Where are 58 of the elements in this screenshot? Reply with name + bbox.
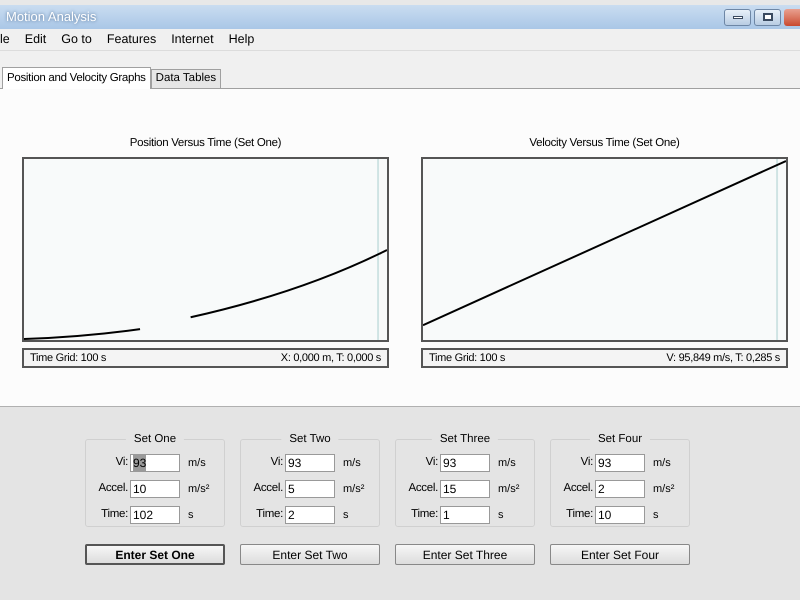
- unit-label: m/s²: [652, 482, 674, 497]
- input-field[interactable]: 15: [440, 480, 490, 498]
- field-label: Accel.: [97, 481, 129, 496]
- field-label: Vi:: [424, 455, 439, 470]
- field-label: Vi:: [270, 455, 284, 470]
- window-title: Motion Analysis: [6, 8, 96, 26]
- unit-label: s: [652, 508, 658, 523]
- input-field[interactable]: 5: [285, 480, 335, 498]
- enter-button[interactable]: Enter Set Two: [240, 544, 380, 565]
- input-field[interactable]: 2: [285, 506, 335, 524]
- field-label: Time:: [255, 507, 284, 522]
- input-field[interactable]: 93: [285, 454, 335, 472]
- grid-label: Time Grid: 100 s: [30, 350, 106, 366]
- menu-item[interactable]: Features: [106, 30, 156, 49]
- unit-label: m/s²: [497, 482, 520, 497]
- input-field[interactable]: 1: [440, 506, 490, 524]
- menu-item[interactable]: le: [0, 30, 10, 49]
- input-field[interactable]: 93: [595, 454, 645, 472]
- menu-item[interactable]: Edit: [24, 30, 46, 49]
- enter-button[interactable]: Enter Set One: [85, 544, 225, 565]
- input-field[interactable]: 93: [130, 454, 180, 472]
- cursor-reading: V: 95,849 m/s, T: 0,285 s: [666, 350, 780, 366]
- graph-title: Velocity Versus Time (Set One): [529, 136, 680, 151]
- grid-label: Time Grid: 100 s: [429, 350, 506, 366]
- field-label: Vi:: [580, 455, 594, 470]
- unit-label: s: [497, 508, 504, 523]
- field-label: Accel.: [252, 481, 284, 496]
- input-field[interactable]: 10: [595, 506, 645, 524]
- unit-label: m/s: [342, 456, 361, 471]
- cursor-reading: X: 0,000 m, T: 0,000 s: [280, 350, 381, 366]
- unit-label: m/s: [497, 456, 516, 471]
- enter-button[interactable]: Enter Set Three: [395, 544, 535, 565]
- minimize-button[interactable]: [724, 8, 751, 26]
- tab[interactable]: Data Tables: [150, 69, 222, 88]
- field-label: Vi:: [114, 455, 129, 470]
- input-field[interactable]: 102: [130, 506, 180, 524]
- menu-item[interactable]: Help: [228, 30, 254, 49]
- field-label: Accel.: [562, 481, 594, 496]
- enter-button[interactable]: Enter Set Four: [550, 544, 690, 565]
- unit-label: s: [187, 508, 194, 523]
- tab[interactable]: Position and Velocity Graphs: [2, 67, 151, 89]
- field-label: Time:: [100, 507, 129, 522]
- maximize-button[interactable]: [754, 8, 781, 26]
- unit-label: m/s²: [187, 482, 210, 497]
- unit-label: m/s: [652, 456, 671, 471]
- menu-item[interactable]: Go to: [61, 30, 92, 49]
- input-field[interactable]: 2: [595, 480, 645, 498]
- field-label: Time:: [565, 507, 594, 522]
- unit-label: m/s²: [342, 482, 364, 497]
- unit-label: m/s: [187, 456, 206, 471]
- close-button[interactable]: [784, 8, 800, 26]
- input-field[interactable]: 10: [130, 480, 180, 498]
- field-label: Time:: [410, 507, 439, 522]
- menu-item[interactable]: Internet: [171, 30, 214, 49]
- unit-label: s: [342, 508, 348, 523]
- input-field[interactable]: 93: [440, 454, 490, 472]
- field-label: Accel.: [407, 481, 439, 496]
- graph-title: Position Versus Time (Set One): [130, 136, 282, 151]
